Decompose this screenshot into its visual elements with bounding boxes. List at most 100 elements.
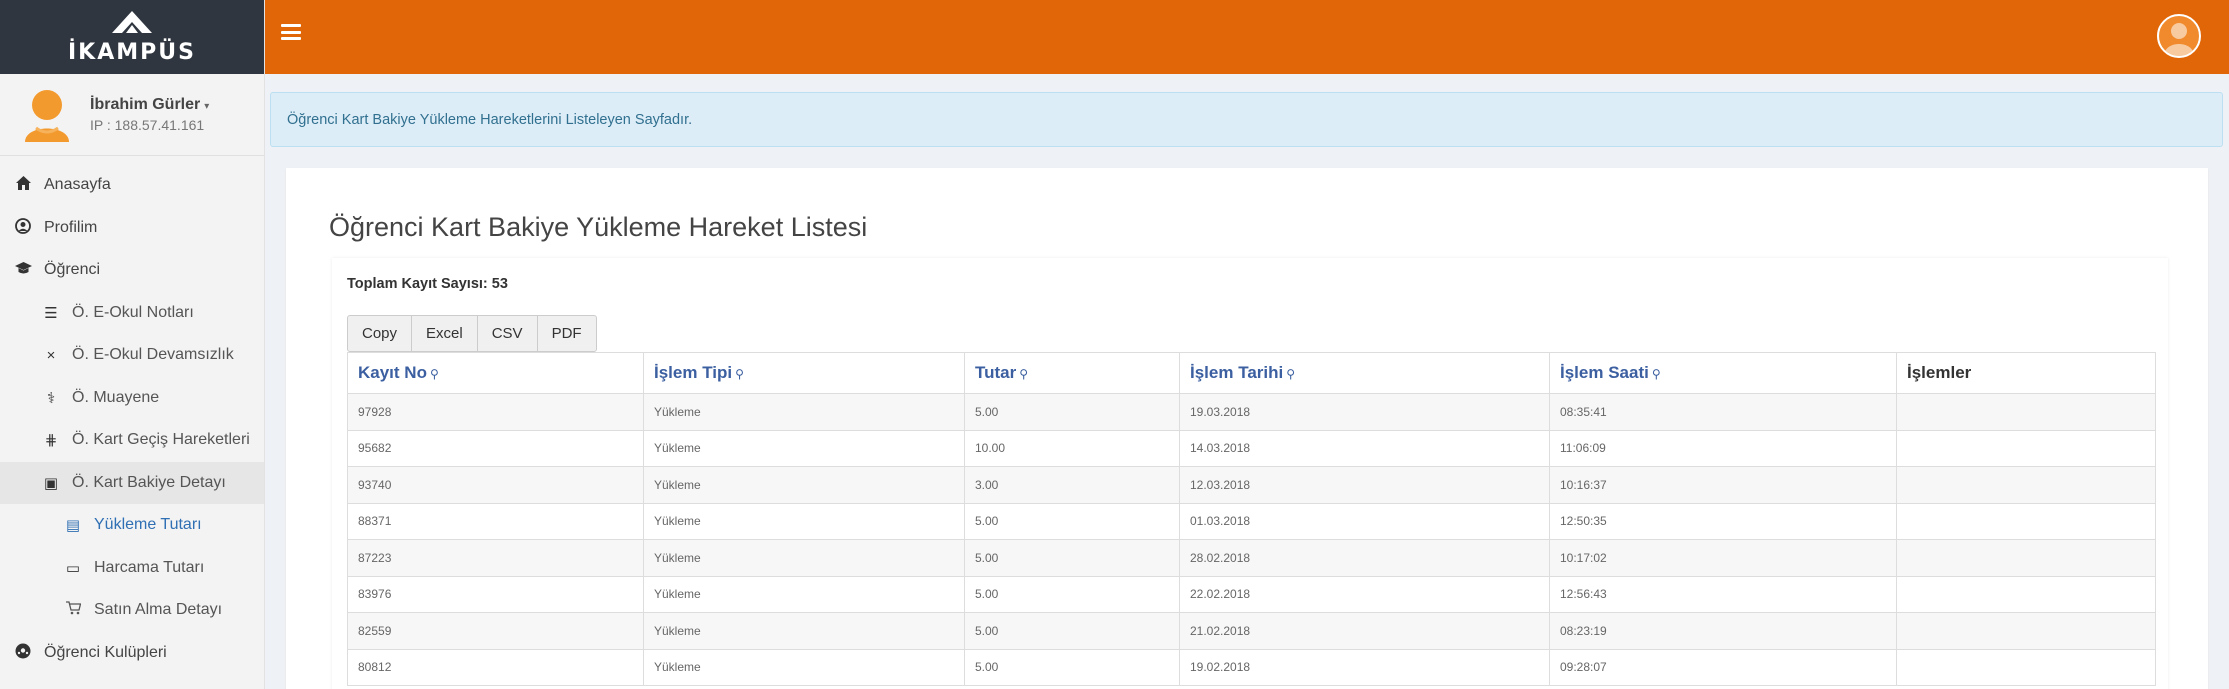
cell-tutar: 5.00 <box>964 539 1180 577</box>
user-ip: IP : 188.57.41.161 <box>90 116 205 133</box>
table-row[interactable]: 82559 Yükleme 5.00 21.02.2018 08:23:19 <box>347 612 2156 650</box>
table-row[interactable]: 83976 Yükleme 5.00 22.02.2018 12:56:43 <box>347 575 2156 613</box>
search-icon: ⚲ <box>1019 367 1029 381</box>
sidebar-item-ogrenci[interactable]: Öğrenci <box>0 249 264 292</box>
cell-islem-tipi: Yükleme <box>643 539 965 577</box>
cell-islem-tipi: Yükleme <box>643 575 965 613</box>
sidebar-item-e-okul-devamsizlik[interactable]: × Ö. E-Okul Devamsızlık <box>0 334 264 377</box>
sidebar-item-e-okul-notlari[interactable]: ☰ Ö. E-Okul Notları <box>0 292 264 335</box>
cell-islem-saati: 10:17:02 <box>1549 539 1897 577</box>
table-row[interactable]: 93740 Yükleme 3.00 12.03.2018 10:16:37 <box>347 466 2156 504</box>
cell-islemler <box>1896 393 2156 431</box>
pdf-button[interactable]: PDF <box>536 315 597 352</box>
table-row[interactable]: 87223 Yükleme 5.00 28.02.2018 10:17:02 <box>347 539 2156 577</box>
table-row[interactable]: 80812 Yükleme 5.00 19.02.2018 09:28:07 <box>347 648 2156 686</box>
cell-tutar: 5.00 <box>964 502 1180 540</box>
user-name[interactable]: İbrahim Gürler ▾ <box>90 94 209 116</box>
search-icon: ⚲ <box>1651 367 1661 381</box>
cell-tutar: 3.00 <box>964 466 1180 504</box>
cell-islemler <box>1896 648 2156 686</box>
sidebar-item-profilim[interactable]: Profilim <box>0 207 264 250</box>
cell-tutar: 5.00 <box>964 575 1180 613</box>
logo-mountain-icon <box>112 11 152 33</box>
caret-down-icon: ▾ <box>204 101 210 113</box>
sidebar-item-harcama-tutari[interactable]: ▭ Harcama Tutarı <box>0 547 264 590</box>
grid-icon: ⋕ <box>44 432 58 450</box>
cell-islem-tipi: Yükleme <box>643 648 965 686</box>
cell-islemler <box>1896 539 2156 577</box>
cell-islem-tipi: Yükleme <box>643 612 965 650</box>
user-panel[interactable]: İbrahim Gürler ▾ IP : 188.57.41.161 <box>0 74 264 156</box>
csv-button[interactable]: CSV <box>476 315 538 352</box>
table-row[interactable]: 88371 Yükleme 5.00 01.03.2018 12:50:35 <box>347 502 2156 540</box>
sidebar-item-muayene[interactable]: ⚕ Ö. Muayene <box>0 377 264 420</box>
cell-kayit-no: 87223 <box>347 539 644 577</box>
main-panel: Öğrenci Kart Bakiye Yükleme Hareket List… <box>286 168 2208 689</box>
cell-islem-saati: 09:28:07 <box>1549 648 1897 686</box>
cell-islem-saati: 08:35:41 <box>1549 393 1897 431</box>
column-header-tutar[interactable]: Tutar ⚲ <box>964 352 1180 394</box>
top-navbar <box>265 0 2229 74</box>
sidebar-item-ogrenci-kulupleri[interactable]: Öğrenci Kulüpleri <box>0 632 264 675</box>
cell-islem-saati: 10:16:37 <box>1549 466 1897 504</box>
total-record-count: Toplam Kayıt Sayısı: 53 <box>347 276 508 292</box>
table-container: Toplam Kayıt Sayısı: 53 Copy Excel CSV P… <box>332 258 2168 689</box>
cell-kayit-no: 95682 <box>347 429 644 467</box>
home-icon <box>14 176 32 194</box>
cell-islem-tarihi: 12.03.2018 <box>1179 466 1550 504</box>
sidebar: İKAMPÜS İbrahim Gürler ▾ IP : 188.57.41.1… <box>0 0 265 689</box>
cell-islemler <box>1896 612 2156 650</box>
sidebar-item-anasayfa[interactable]: Anasayfa <box>0 164 264 207</box>
cart-icon <box>64 601 82 619</box>
top-user-avatar-icon[interactable] <box>2157 14 2201 58</box>
times-icon: × <box>46 346 56 364</box>
sidebar-item-kart-bakiye-detayi[interactable]: ▣ Ö. Kart Bakiye Detayı <box>0 461 264 504</box>
cell-islem-tarihi: 19.03.2018 <box>1179 393 1550 431</box>
club-icon <box>14 643 32 663</box>
credit-card-icon: ▭ <box>65 559 81 577</box>
cell-islem-tipi: Yükleme <box>643 466 965 504</box>
page-title: Öğrenci Kart Bakiye Yükleme Hareket List… <box>329 212 868 242</box>
search-icon: ⚲ <box>429 367 439 381</box>
graduation-cap-icon <box>14 261 32 279</box>
copy-button[interactable]: Copy <box>347 315 413 352</box>
table-row[interactable]: 95682 Yükleme 10.00 14.03.2018 11:06:09 <box>347 429 2156 467</box>
sidebar-item-satin-alma-detayi[interactable]: Satın Alma Detayı <box>0 589 264 632</box>
cell-islemler <box>1896 575 2156 613</box>
excel-button[interactable]: Excel <box>411 315 478 352</box>
cell-islem-tarihi: 19.02.2018 <box>1179 648 1550 686</box>
cell-islem-saati: 11:06:09 <box>1549 429 1897 467</box>
cell-islem-tarihi: 21.02.2018 <box>1179 612 1550 650</box>
table-header-row: Kayıt No ⚲ İşlem Tipi ⚲ Tutar ⚲ İşlem Tarih… <box>347 352 2156 394</box>
transactions-table: Kayıt No ⚲ İşlem Tipi ⚲ Tutar ⚲ İşlem Tarih… <box>347 352 2156 686</box>
cell-islem-saati: 12:50:35 <box>1549 502 1897 540</box>
search-icon: ⚲ <box>735 367 744 381</box>
cell-kayit-no: 80812 <box>347 648 644 686</box>
sidebar-menu: Anasayfa Profilim Öğrenci ☰ Ö. E-Okul Not… <box>0 164 264 674</box>
cell-tutar: 5.00 <box>964 648 1180 686</box>
sidebar-item-kart-gecis-hareketleri[interactable]: ⋕ Ö. Kart Geçiş Hareketleri <box>0 419 264 462</box>
column-header-islem-saati[interactable]: İşlem Saati ⚲ <box>1549 352 1897 394</box>
sidebar-item-yukleme-tutari[interactable]: ▤ Yükleme Tutarı <box>0 504 264 547</box>
cell-islem-saati: 12:56:43 <box>1549 575 1897 613</box>
column-header-islem-tarihi[interactable]: İşlem Tarihi ⚲ <box>1179 352 1550 394</box>
column-header-kayit-no[interactable]: Kayıt No ⚲ <box>347 352 644 394</box>
cell-islemler <box>1896 429 2156 467</box>
table-body: 97928 Yükleme 5.00 19.03.2018 08:35:41 95682… <box>347 393 2156 686</box>
cell-kayit-no: 97928 <box>347 393 644 431</box>
column-header-islemler: İşlemler <box>1896 352 2156 394</box>
cell-islem-tipi: Yükleme <box>643 393 965 431</box>
column-header-islem-tipi[interactable]: İşlem Tipi ⚲ <box>643 352 965 394</box>
logo-text: İKAMPÜS <box>68 40 196 65</box>
export-button-group: Copy Excel CSV PDF <box>347 315 597 352</box>
cell-kayit-no: 93740 <box>347 466 644 504</box>
table-row[interactable]: 97928 Yükleme 5.00 19.03.2018 08:35:41 <box>347 393 2156 431</box>
logo[interactable]: İKAMPÜS <box>0 0 264 74</box>
cell-islem-tipi: Yükleme <box>643 429 965 467</box>
cell-islem-tarihi: 28.02.2018 <box>1179 539 1550 577</box>
cell-islem-saati: 08:23:19 <box>1549 612 1897 650</box>
cell-islem-tarihi: 22.02.2018 <box>1179 575 1550 613</box>
list-icon: ☰ <box>44 304 58 322</box>
cell-tutar: 10.00 <box>964 429 1180 467</box>
hamburger-menu-icon[interactable] <box>281 24 301 40</box>
